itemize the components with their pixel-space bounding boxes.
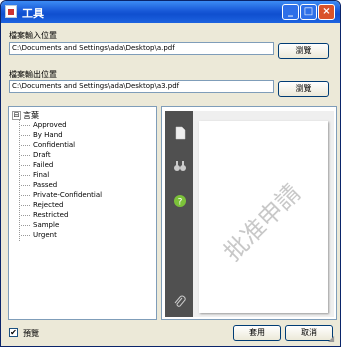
tree-item-draft[interactable]: Draft — [21, 151, 51, 159]
maximize-button[interactable]: □ — [300, 4, 317, 20]
tools-window: 工具 _ □ × 檔案輸入位置 C:\Documents and Setting… — [0, 0, 341, 347]
tree-item-rejected[interactable]: Rejected — [21, 201, 63, 209]
tree-item-private-confidential[interactable]: Private-Confidential — [21, 191, 102, 199]
output-browse-button[interactable]: 瀏覽 — [278, 81, 329, 97]
preview-panel: ? 批准申請 — [161, 106, 337, 320]
tree-item-sample[interactable]: Sample — [21, 221, 59, 229]
stamp-tree: ⊟ 言葉 Approved By Hand Confidential Draft … — [8, 106, 157, 320]
binoculars-icon[interactable] — [173, 159, 187, 173]
app-icon — [5, 5, 17, 18]
preview-checkbox[interactable]: ✔ — [9, 328, 18, 337]
tree-root[interactable]: ⊟ 言葉 — [12, 110, 39, 121]
viewer-toolbar: ? — [165, 111, 193, 317]
input-browse-button[interactable]: 瀏覽 — [278, 43, 329, 59]
help-icon[interactable]: ? — [173, 194, 187, 208]
tree-item-failed[interactable]: Failed — [21, 161, 53, 169]
paperclip-icon[interactable] — [173, 295, 187, 309]
tree-item-final[interactable]: Final — [21, 171, 49, 179]
output-location-label: 檔案輸出位置 — [9, 70, 57, 79]
cancel-button[interactable]: 取消 — [285, 325, 333, 341]
tree-root-label: 言葉 — [23, 111, 39, 120]
tree-item-urgent[interactable]: Urgent — [21, 231, 57, 239]
title-bar[interactable]: 工具 _ □ × — [1, 1, 340, 23]
tree-item-by-hand[interactable]: By Hand — [21, 131, 63, 139]
svg-text:?: ? — [178, 198, 183, 208]
page-area: 批准申請 — [193, 111, 334, 317]
input-location-label: 檔案輸入位置 — [9, 31, 57, 40]
input-path-field[interactable]: C:\Documents and Settings\ada\Desktop\a.… — [9, 42, 274, 55]
tree-item-restricted[interactable]: Restricted — [21, 211, 68, 219]
apply-button[interactable]: 套用 — [233, 325, 281, 341]
tree-item-passed[interactable]: Passed — [21, 181, 57, 189]
tree-item-confidential[interactable]: Confidential — [21, 141, 75, 149]
preview-page: 批准申請 — [199, 121, 328, 313]
page-icon[interactable] — [173, 126, 187, 140]
stamp-watermark: 批准申請 — [218, 178, 307, 267]
preview-checkbox-label: 預覽 — [23, 329, 39, 338]
minimize-button[interactable]: _ — [282, 4, 299, 20]
tree-item-approved[interactable]: Approved — [21, 121, 67, 129]
resize-grip[interactable]: ◢ — [328, 334, 338, 344]
output-path-field[interactable]: C:\Documents and Settings\ada\Desktop\a3… — [9, 80, 274, 93]
close-button[interactable]: × — [318, 4, 335, 20]
window-title: 工具 — [22, 7, 44, 20]
